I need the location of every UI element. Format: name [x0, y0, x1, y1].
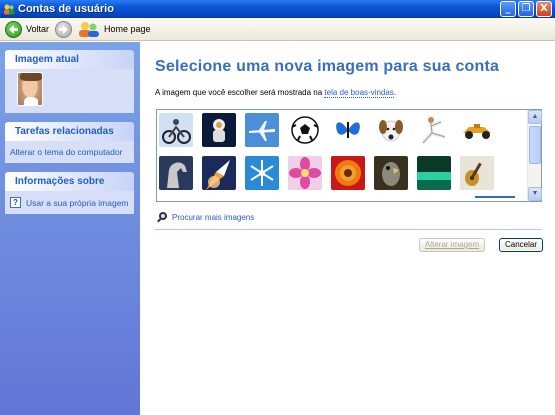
- scroll-thumb[interactable]: [529, 126, 541, 164]
- rocket-launch-picture[interactable]: [202, 156, 236, 190]
- picture-gallery[interactable]: ▲ ▼: [156, 109, 542, 202]
- home-label: Home page: [104, 24, 151, 34]
- butterfly-picture[interactable]: [331, 113, 365, 147]
- current-image-panel: Imagem atual: [5, 50, 134, 113]
- description: A imagem que você escolher será mostrada…: [155, 88, 397, 98]
- page-title: Selecione uma nova imagem para sua conta: [155, 58, 500, 75]
- current-image-title: Imagem atual: [5, 50, 134, 69]
- race-car-picture[interactable]: [460, 113, 494, 147]
- dog-picture[interactable]: [374, 113, 408, 147]
- browse-more-link[interactable]: Procurar mais imagens: [157, 212, 254, 223]
- related-tasks-panel: Tarefas relacionadas Alterar o tema do c…: [5, 122, 134, 163]
- back-label: Voltar: [26, 24, 50, 34]
- forward-arrow-icon: [55, 20, 73, 38]
- cancel-button[interactable]: Cancelar: [499, 238, 543, 252]
- task-pane: Imagem atual Tarefas relacionadas Altera…: [0, 42, 140, 415]
- astronaut-picture[interactable]: [202, 113, 236, 147]
- users-home-icon: [79, 22, 100, 37]
- green-landscape-picture[interactable]: [417, 156, 451, 190]
- about-title: Informações sobre: [5, 172, 134, 191]
- minimize-button[interactable]: _: [500, 1, 516, 17]
- toolbar: Voltar Home page: [0, 18, 555, 41]
- gallery-scrollbar[interactable]: ▲ ▼: [527, 110, 542, 201]
- back-button[interactable]: Voltar: [2, 19, 52, 40]
- magnifier-icon: [157, 212, 168, 223]
- maximize-button[interactable]: ❐: [518, 1, 534, 17]
- home-button[interactable]: Home page: [75, 19, 154, 40]
- welcome-screen-link[interactable]: tela de boas-vindas: [324, 88, 394, 98]
- use-own-picture-label: Usar a sua própria imagem: [26, 197, 129, 208]
- snowflake-picture[interactable]: [245, 156, 279, 190]
- pink-flower-picture[interactable]: [288, 156, 322, 190]
- change-theme-link[interactable]: Alterar o tema do computador: [10, 145, 129, 159]
- soccer-ball-picture[interactable]: [288, 113, 322, 147]
- window-title: Contas de usuário: [18, 2, 114, 15]
- guitar-picture[interactable]: [460, 156, 494, 190]
- description-text: A imagem que você escolher será mostrada…: [155, 88, 325, 97]
- airplane-picture[interactable]: [245, 113, 279, 147]
- orange-flower-picture[interactable]: [331, 156, 365, 190]
- forward-button[interactable]: [52, 19, 75, 40]
- help-icon: ?: [10, 197, 21, 208]
- window-controls: _ ❐ X: [500, 1, 552, 17]
- user-accounts-icon: [4, 4, 15, 14]
- related-tasks-title: Tarefas relacionadas: [5, 122, 134, 141]
- use-own-picture-link[interactable]: ? Usar a sua própria imagem: [10, 195, 129, 210]
- main-content: Selecione uma nova imagem para sua conta…: [141, 42, 555, 415]
- divider: [155, 229, 542, 230]
- change-picture-button[interactable]: Alterar imagem: [419, 238, 485, 252]
- selection-indicator: [475, 196, 515, 198]
- horse-picture[interactable]: [159, 156, 193, 190]
- browse-more-label: Procurar mais imagens: [172, 213, 255, 222]
- description-end: .: [393, 88, 397, 97]
- parrot-picture[interactable]: [374, 156, 408, 190]
- scroll-up-button[interactable]: ▲: [528, 110, 542, 124]
- back-arrow-icon: [5, 20, 22, 38]
- about-panel: Informações sobre ? Usar a sua própria i…: [5, 172, 134, 214]
- current-user-picture: [17, 72, 43, 106]
- motorcycle-picture[interactable]: [159, 113, 193, 147]
- close-button[interactable]: X: [536, 1, 552, 17]
- title-bar: Contas de usuário _ ❐ X: [0, 0, 555, 18]
- scroll-down-button[interactable]: ▼: [528, 187, 542, 201]
- karate-picture[interactable]: [417, 113, 451, 147]
